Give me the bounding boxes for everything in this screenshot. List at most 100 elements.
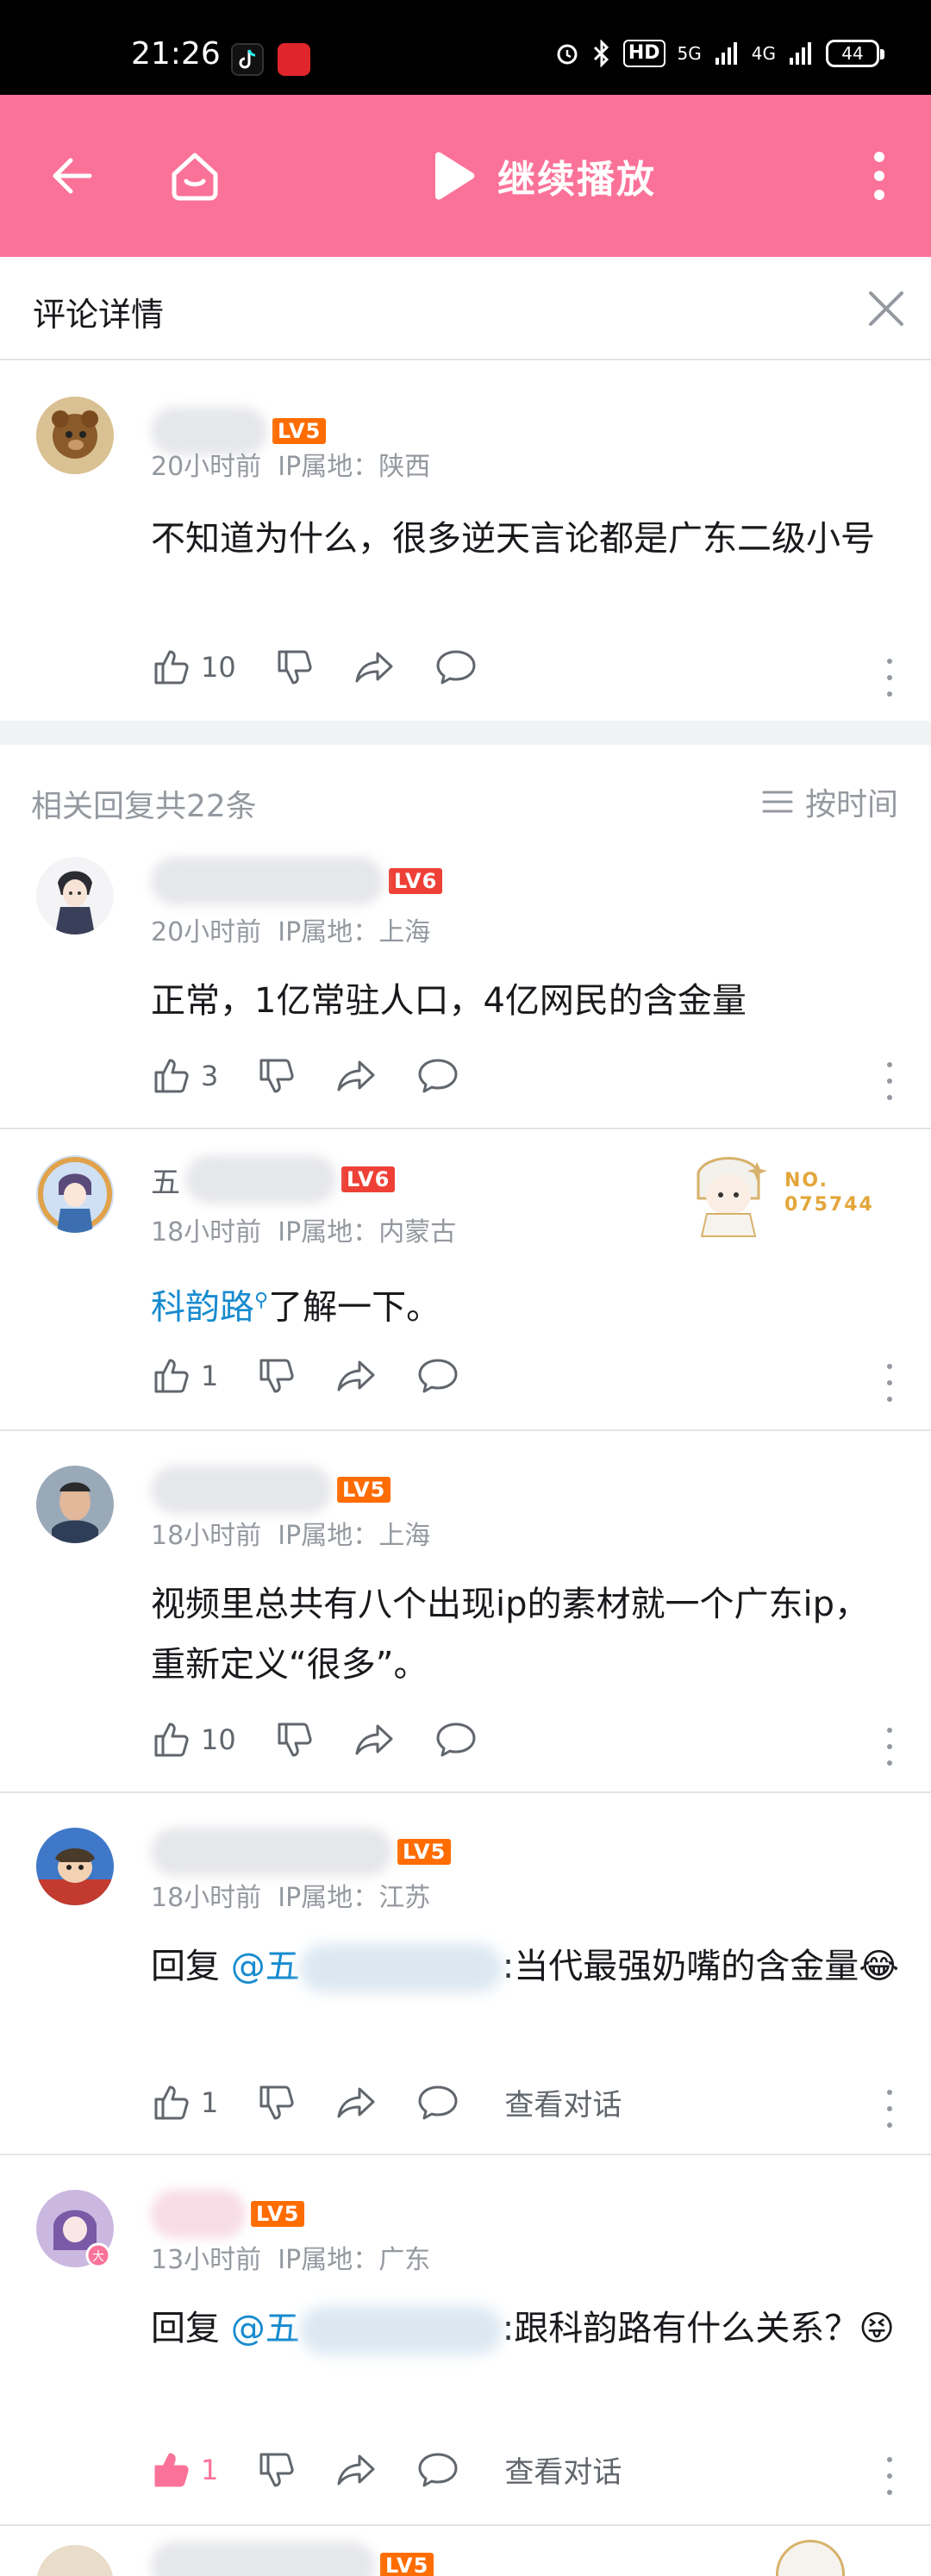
avatar[interactable]: 大 bbox=[36, 2190, 114, 2268]
username-row[interactable]: LV5 bbox=[151, 1466, 391, 1514]
more-menu-button[interactable] bbox=[845, 141, 914, 210]
share-button[interactable] bbox=[335, 2082, 378, 2123]
more-options-button[interactable] bbox=[881, 1728, 898, 1766]
reply-button[interactable] bbox=[434, 647, 478, 688]
share-icon bbox=[337, 1060, 375, 1091]
share-button[interactable] bbox=[353, 1719, 397, 1760]
dislike-button[interactable] bbox=[256, 1055, 297, 1097]
more-options-button[interactable] bbox=[881, 1062, 898, 1100]
continue-play-button[interactable]: 继续播放 bbox=[427, 143, 656, 209]
avatar[interactable] bbox=[36, 1828, 114, 1905]
comment-actions: 3 bbox=[151, 1055, 497, 1097]
reply-button[interactable] bbox=[434, 1719, 478, 1760]
thumbs-down-icon bbox=[259, 2085, 294, 2119]
more-options-button[interactable] bbox=[881, 659, 898, 697]
thumbs-down-icon bbox=[259, 1359, 294, 1393]
dislike-button[interactable] bbox=[256, 2082, 297, 2123]
avatar[interactable] bbox=[36, 2545, 114, 2576]
username-row[interactable]: LV5 bbox=[151, 2542, 434, 2576]
dislike-button[interactable] bbox=[256, 2449, 297, 2491]
like-button[interactable]: 1 bbox=[151, 2449, 218, 2491]
like-button[interactable]: 1 bbox=[151, 1355, 218, 1397]
network-4g: 4G bbox=[751, 43, 776, 64]
thumbs-up-filled-icon bbox=[154, 2453, 189, 2486]
home-button[interactable] bbox=[160, 141, 229, 210]
share-icon bbox=[355, 1724, 393, 1755]
fan-badge-card[interactable]: NO. 075744 bbox=[672, 1147, 879, 1241]
dislike-button[interactable] bbox=[256, 1355, 297, 1397]
comment-text: 回复 @五:当代最强奶嘴的含金量😂 bbox=[151, 1936, 901, 1997]
svg-text:大: 大 bbox=[92, 2250, 104, 2264]
sort-by-time-button[interactable]: 按时间 bbox=[762, 779, 898, 824]
username-row[interactable]: 五 LV6 bbox=[151, 1155, 396, 1204]
search-link[interactable]: 科韵路 bbox=[151, 1287, 254, 1327]
comment-time: 18小时前 bbox=[151, 1883, 262, 1913]
dislike-button[interactable] bbox=[274, 1719, 316, 1760]
comment-actions: 10 bbox=[151, 647, 515, 688]
share-button[interactable] bbox=[353, 647, 397, 688]
level-badge: LV5 bbox=[397, 1839, 452, 1865]
avatar[interactable] bbox=[36, 857, 114, 935]
badge-number: NO. 075744 bbox=[784, 1170, 874, 1216]
mention-link[interactable]: @五 bbox=[231, 2309, 300, 2348]
comment-meta: 18小时前 IP属地：江苏 bbox=[151, 1876, 430, 1914]
like-button[interactable]: 1 bbox=[151, 2082, 218, 2123]
ip-location: IP属地：上海 bbox=[278, 1521, 431, 1551]
avatar[interactable] bbox=[36, 1466, 114, 1543]
signal-icon bbox=[715, 42, 737, 65]
reply-prefix: 回复 bbox=[151, 1947, 231, 1986]
close-button[interactable] bbox=[859, 281, 914, 336]
comment-bubble-icon bbox=[418, 2085, 458, 2119]
comment-text: 视频里总共有八个出现ip的素材就一个广东ip，重新定义“很多”。 bbox=[151, 1585, 870, 1685]
ip-location: IP属地：内蒙古 bbox=[278, 1217, 457, 1247]
share-icon bbox=[337, 2454, 375, 2485]
blurred-username bbox=[151, 2190, 246, 2238]
reply-button[interactable] bbox=[416, 1355, 459, 1397]
comment-meta: 20小时前 IP属地：上海 bbox=[151, 910, 430, 948]
username-row[interactable]: LV6 bbox=[151, 857, 443, 905]
comment-actions: 1 查看对话 bbox=[151, 2448, 622, 2491]
comment-text-tail: :跟科韵路有什么关系？😝 bbox=[502, 2309, 895, 2348]
username-row[interactable]: LV5 bbox=[151, 1828, 452, 1876]
thumbs-up-icon bbox=[154, 1059, 189, 1093]
view-conversation-button[interactable]: 查看对话 bbox=[504, 2448, 622, 2491]
like-button[interactable]: 10 bbox=[151, 647, 236, 688]
more-options-button[interactable] bbox=[881, 2457, 898, 2495]
status-time: 21:26 bbox=[131, 36, 221, 72]
comment-text: 回复 @五:跟科韵路有什么关系？😝 bbox=[151, 2298, 901, 2359]
avatar[interactable] bbox=[36, 1155, 114, 1233]
comment-bubble-icon bbox=[436, 650, 476, 685]
blurred-username bbox=[185, 1155, 336, 1204]
dislike-button[interactable] bbox=[274, 647, 316, 688]
reply-button[interactable] bbox=[416, 1055, 459, 1097]
blurred-username bbox=[151, 857, 384, 905]
username-row[interactable]: LV5 bbox=[151, 2190, 305, 2238]
more-options-button[interactable] bbox=[881, 1364, 898, 1402]
comment-time: 20小时前 bbox=[151, 452, 262, 482]
thumbs-down-icon bbox=[259, 1059, 294, 1093]
replies-header: 相关回复共22条 按时间 bbox=[0, 745, 931, 857]
share-button[interactable] bbox=[335, 1055, 378, 1097]
more-vertical-icon bbox=[874, 152, 884, 200]
status-bar: 21:26 HD 5G 4G 44 bbox=[0, 0, 931, 95]
share-button[interactable] bbox=[335, 2449, 378, 2491]
level-badge: LV5 bbox=[337, 1477, 391, 1503]
back-button[interactable] bbox=[38, 141, 107, 210]
like-button[interactable]: 10 bbox=[151, 1719, 236, 1760]
more-options-button[interactable] bbox=[881, 2090, 898, 2128]
signal-icon bbox=[790, 42, 811, 65]
continue-play-label: 继续播放 bbox=[497, 158, 656, 202]
view-conversation-button[interactable]: 查看对话 bbox=[504, 2081, 622, 2123]
thumbs-up-icon bbox=[154, 1359, 189, 1393]
reply-item: 大 LV5 13小时前 IP属地：广东 回复 @五:跟科韵路有什么关系？😝 1 … bbox=[0, 2155, 931, 2524]
ip-location: IP属地：上海 bbox=[278, 917, 431, 947]
mention-link[interactable]: @五 bbox=[231, 1947, 300, 1986]
reply-button[interactable] bbox=[416, 2082, 459, 2123]
comment-time: 13小时前 bbox=[151, 2245, 262, 2275]
page-title: 评论详情 bbox=[33, 296, 165, 334]
share-button[interactable] bbox=[335, 1355, 378, 1397]
reply-button[interactable] bbox=[416, 2449, 459, 2491]
comment-meta: 20小时前 IP属地：陕西 bbox=[151, 445, 430, 483]
avatar[interactable] bbox=[36, 397, 114, 474]
like-button[interactable]: 3 bbox=[151, 1055, 218, 1097]
